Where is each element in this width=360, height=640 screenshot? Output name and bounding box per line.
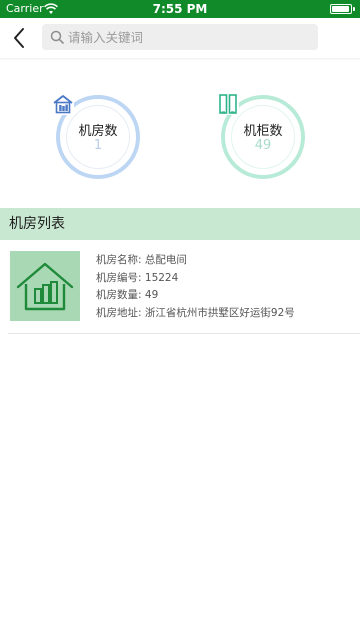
room-count-value: 1 — [93, 138, 103, 153]
list-item[interactable]: 机房名称: 总配电间 机房编号: 15224 机房数量: 49 机房地址: 浙江… — [0, 240, 360, 334]
room-address-row: 机房地址: 浙江省杭州市拱墅区好运街92号 — [96, 305, 295, 323]
room-name-value: 总配电间 — [144, 254, 187, 266]
room-code-label: 机房编号: — [96, 271, 142, 284]
section-title: 机房列表 — [9, 216, 65, 232]
cabinet-count-label: 机柜数 — [243, 124, 283, 139]
battery-level — [332, 6, 350, 12]
room-thumbnail — [10, 251, 80, 321]
back-button[interactable] — [6, 24, 32, 52]
search-input[interactable] — [68, 24, 308, 50]
cabinet-count-stat[interactable]: 机柜数 49 — [217, 93, 305, 179]
room-count-label: 机房数 — [78, 124, 118, 139]
search-icon — [50, 30, 64, 44]
house-cabinets-icon — [16, 262, 74, 311]
room-details: 机房名称: 总配电间 机房编号: 15224 机房数量: 49 机房地址: 浙江… — [96, 252, 295, 322]
room-count-stat[interactable]: 机房数 1 — [52, 93, 140, 179]
room-quantity-value: 49 — [144, 289, 159, 301]
cabinet-count-value: 49 — [254, 138, 272, 153]
room-list-header: 机房列表 — [0, 208, 360, 240]
room-name-label: 机房名称: — [96, 254, 142, 266]
search-box[interactable] — [42, 24, 318, 50]
room-address-value: 浙江省杭州市拱墅区好运街92号 — [144, 306, 295, 319]
house-icon — [52, 93, 74, 115]
status-bar: Carrier 7:55 PM — [0, 0, 360, 18]
room-address-label: 机房地址: — [96, 306, 142, 319]
chevron-left-icon — [14, 28, 24, 48]
battery-icon — [330, 4, 355, 14]
cabinet-icon — [217, 93, 239, 115]
divider — [8, 333, 360, 334]
room-count-row: 机房数量: 49 — [96, 287, 295, 305]
room-code-row: 机房编号: 15224 — [96, 270, 295, 288]
room-quantity-label: 机房数量: — [96, 289, 142, 301]
clock: 7:55 PM — [152, 2, 208, 16]
header-bar — [0, 18, 360, 58]
room-code-value: 15224 — [144, 271, 179, 284]
room-name-row: 机房名称: 总配电间 — [96, 252, 295, 270]
